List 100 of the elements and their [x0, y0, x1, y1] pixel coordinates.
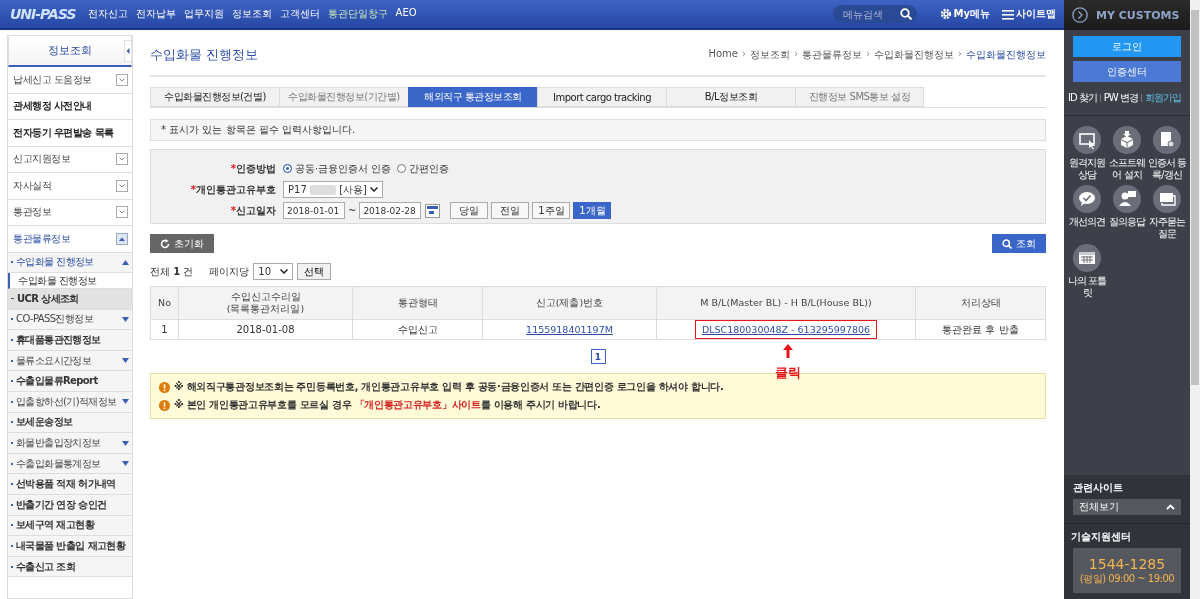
shortcut-link[interactable]: 나의 포틀릿	[1067, 244, 1107, 298]
column-header: 수입신고수리일 (목록통관처리일)	[178, 286, 353, 320]
table-cell: 1	[150, 319, 179, 340]
sidebar-item[interactable]: 신고지원정보	[8, 146, 132, 173]
annotation-text: 클릭	[775, 364, 801, 382]
nav-item[interactable]: 정보조회	[231, 7, 272, 21]
nav-item[interactable]: AEO	[395, 7, 417, 21]
shortcut-link[interactable]: 소프트웨어 설치	[1107, 126, 1147, 180]
sidebar-subitem[interactable]: 입출항하선(기)적재정보	[8, 392, 132, 413]
phone-number: 1544-1285	[1088, 555, 1166, 572]
page-size-select[interactable]: 10	[253, 263, 294, 280]
sidebar-subitem[interactable]: 내국물품 반출입 재고현황	[8, 536, 132, 557]
sidebar-subitem[interactable]: 보세구역 재고현황	[8, 515, 132, 537]
sidebar-subitem[interactable]: 수입화물 진행정보	[8, 273, 132, 290]
sidebar-subitem[interactable]: CO-PASS진행정보	[8, 309, 132, 331]
sidebar-subitem[interactable]: 선박용품 적재 허가내역	[8, 474, 132, 496]
sidebar-subitem[interactable]: 보세운송정보	[8, 412, 132, 434]
tab[interactable]: B/L정보조회	[666, 87, 795, 107]
tab[interactable]: Import cargo tracking	[537, 87, 666, 107]
exclamation-icon	[159, 381, 170, 393]
field-label: *인증방법	[229, 161, 277, 176]
sitemap-link[interactable]: 사이트맵	[1002, 7, 1056, 21]
table-cell: 통관완료 후 반출	[915, 319, 1046, 340]
notice-text: * 표시가 있는 항목은 필수 입력사항입니다.	[161, 123, 356, 137]
sidebar-subitem[interactable]: 반출기간 연장 승인건	[8, 495, 132, 516]
sidebar-subitem[interactable]: 수출입화물통계정보	[8, 453, 132, 475]
page-title: 수입화물 진행정보	[150, 46, 259, 64]
sidebar-item[interactable]: 관세행정 사전안내	[8, 93, 132, 120]
account-link[interactable]: PW 변경	[1103, 91, 1138, 105]
breadcrumb-link[interactable]: 수입화물진행정보	[874, 48, 954, 62]
sidebar-subitem[interactable]: 휴대품통관진행정보	[8, 330, 132, 351]
shortcut-link[interactable]: 원격지원 상담	[1067, 126, 1107, 180]
account-link[interactable]: ID 찾기	[1068, 91, 1097, 105]
column-header: No	[150, 286, 179, 320]
breadcrumb-separator: ›	[794, 48, 798, 61]
period-button[interactable]: 당일	[450, 202, 489, 219]
breadcrumb-link[interactable]: 정보조회	[750, 48, 790, 62]
sidebar-item[interactable]: 전자등기 우편발송 목록	[8, 120, 132, 147]
calendar-icon	[425, 203, 441, 218]
search-field[interactable]: 메뉴검색	[832, 5, 917, 23]
breadcrumb-separator: ›	[866, 48, 870, 61]
chevron-circle-icon	[1072, 7, 1088, 23]
cert-center-button[interactable]: 인증센터	[1073, 61, 1181, 82]
my-menu-link[interactable]: My메뉴	[939, 7, 990, 21]
select-button[interactable]: 선택	[297, 263, 332, 280]
tab[interactable]: 해외직구 통관정보조회	[408, 87, 537, 107]
sidebar-item[interactable]: 자사실적	[8, 173, 132, 200]
shortcut-link[interactable]: 개선의견	[1067, 185, 1107, 239]
sidebar-subitem[interactable]: 화물반출입장치정보	[8, 433, 132, 454]
shortcut-link[interactable]: 질의응답	[1107, 185, 1147, 239]
radio-option[interactable]: 간편인증	[397, 161, 450, 176]
cards-icon	[1153, 185, 1181, 213]
person-icon	[1113, 185, 1141, 213]
shortcut-link[interactable]: 자주묻는 질문	[1147, 185, 1187, 239]
box-icon	[1113, 126, 1141, 154]
sidebar-subitem[interactable]: 수입화물 진행정보	[8, 252, 132, 274]
nav-item[interactable]: 고객센터	[279, 7, 320, 21]
nav-item[interactable]: 전자신고	[87, 7, 128, 21]
logo[interactable]: UNI-PASS	[10, 6, 76, 22]
page-button[interactable]: 1	[590, 349, 606, 364]
section-title: 관련사이트	[1073, 481, 1124, 495]
breadcrumb-link[interactable]: 통관물류정보	[802, 48, 862, 62]
column-header: 신고(제출)번호	[482, 286, 657, 320]
sidebar-subitem[interactable]: 물류소요시간정보	[8, 350, 132, 372]
monitor-icon	[1073, 126, 1101, 154]
date-field[interactable]: 2018-01-01	[283, 202, 345, 219]
shortcut-link[interactable]: 인증서 등록/갱신	[1147, 126, 1187, 180]
table-cell: 수입신고	[352, 319, 483, 340]
chevron-down-icon	[280, 269, 289, 274]
sidebar-subitem[interactable]: 수출입물류Report	[8, 371, 132, 393]
search-button[interactable]: 조회	[992, 234, 1046, 253]
result-count: 전체 1 건	[150, 264, 194, 279]
breadcrumb-link[interactable]: Home	[708, 48, 738, 62]
select-field[interactable]: P17 [사용]	[283, 181, 383, 198]
range-separator: ~	[348, 205, 357, 216]
radio-option[interactable]: 공동·금융인증서 인증	[283, 161, 392, 176]
account-link[interactable]: 회원가입	[1144, 91, 1181, 105]
sidebar-subitem[interactable]: UCR 상세조회	[8, 289, 132, 310]
field-label: *신고일자	[229, 203, 277, 218]
breadcrumb-separator: ›	[742, 48, 746, 61]
sidebar-item[interactable]: 납세신고 도움정보	[8, 67, 132, 94]
menu-icon	[1002, 8, 1014, 20]
nav-item[interactable]: 통관단일창구	[327, 7, 388, 21]
collapse-icon	[124, 40, 132, 62]
reset-button[interactable]: 초기화	[150, 234, 214, 253]
scrollbar[interactable]	[1190, 0, 1200, 599]
sidebar-item[interactable]: 통관정보	[8, 199, 132, 226]
nav-item[interactable]: 전자납부	[135, 7, 176, 21]
period-button[interactable]: 전일	[491, 202, 530, 219]
date-field[interactable]: 2018-02-28	[359, 202, 422, 219]
period-button[interactable]: 1개월	[573, 202, 612, 219]
tab[interactable]: 수입화물진행정보(건별)	[150, 87, 279, 107]
sidebar-item[interactable]: 통관물류정보	[8, 226, 132, 253]
breadcrumb-link[interactable]: 수입화물진행정보	[966, 48, 1046, 62]
sidebar-subitem[interactable]: 수출신고 조회	[8, 556, 132, 578]
required-mark: *	[230, 162, 236, 174]
related-site-select[interactable]: 전체보기	[1073, 499, 1181, 515]
exclamation-icon	[159, 399, 170, 411]
period-button[interactable]: 1주일	[532, 202, 571, 219]
nav-item[interactable]: 업무지원	[183, 7, 224, 21]
